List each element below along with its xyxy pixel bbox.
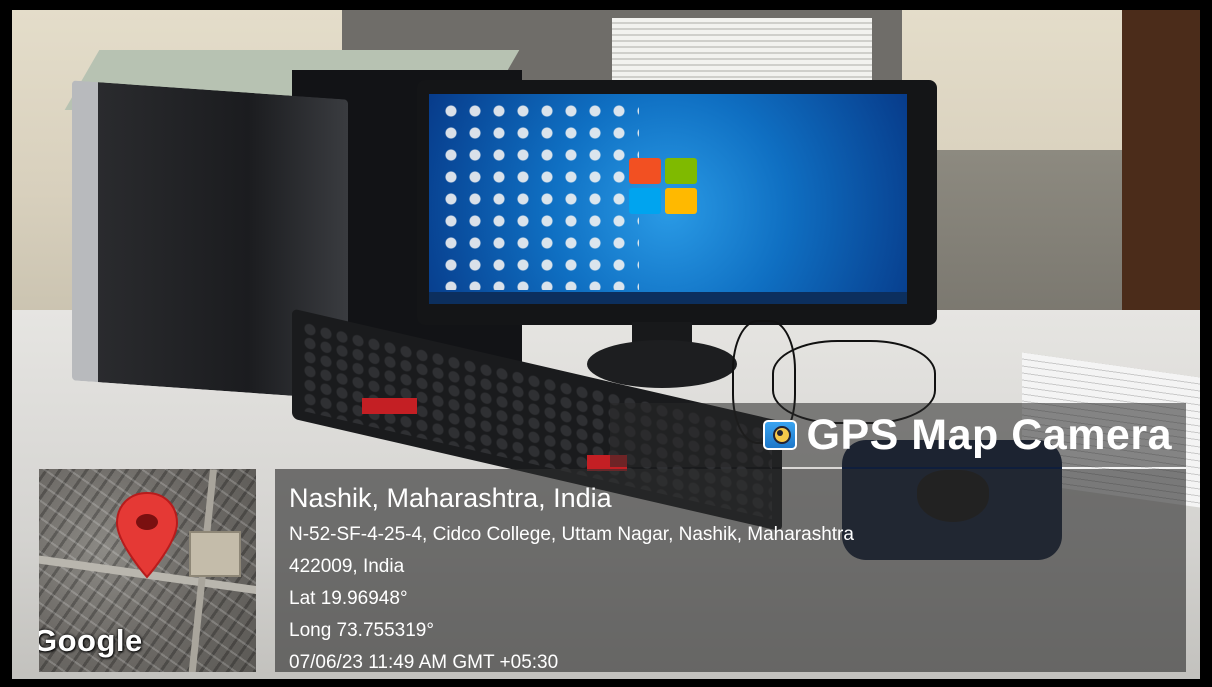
gps-map-camera-icon (762, 420, 797, 450)
map-building (189, 531, 241, 577)
paper-stack (612, 18, 872, 88)
app-title: GPS Map Camera (806, 410, 1172, 459)
timestamp: 07/06/23 11:49 AM GMT +05:30 (289, 652, 559, 673)
address-line-2: 422009, India (289, 556, 405, 577)
image-frame: GPS Map Camera Google Nashik, Maharashtr… (0, 0, 1212, 687)
place-name: Nashik, Maharashtra, India (289, 483, 612, 513)
gps-title-bar: GPS Map Camera (610, 403, 1186, 467)
longitude: Long 73.755319° (289, 620, 434, 641)
latitude: Lat 19.96948° (289, 588, 408, 609)
monitor (417, 80, 937, 325)
taskbar (429, 292, 907, 304)
desktop-screen (429, 94, 907, 304)
map-pin-icon (115, 491, 179, 579)
address-line-1: N-52-SF-4-25-4, Cidco College, Uttam Nag… (289, 524, 854, 545)
google-attribution: Google (39, 623, 143, 658)
windows-logo-icon (629, 158, 699, 214)
red-keys (362, 398, 417, 414)
cabinet (1122, 10, 1200, 330)
desktop-icons (439, 100, 639, 290)
mini-map: Google (39, 469, 256, 672)
location-info-box: Nashik, Maharashtra, India N-52-SF-4-25-… (275, 469, 1186, 673)
